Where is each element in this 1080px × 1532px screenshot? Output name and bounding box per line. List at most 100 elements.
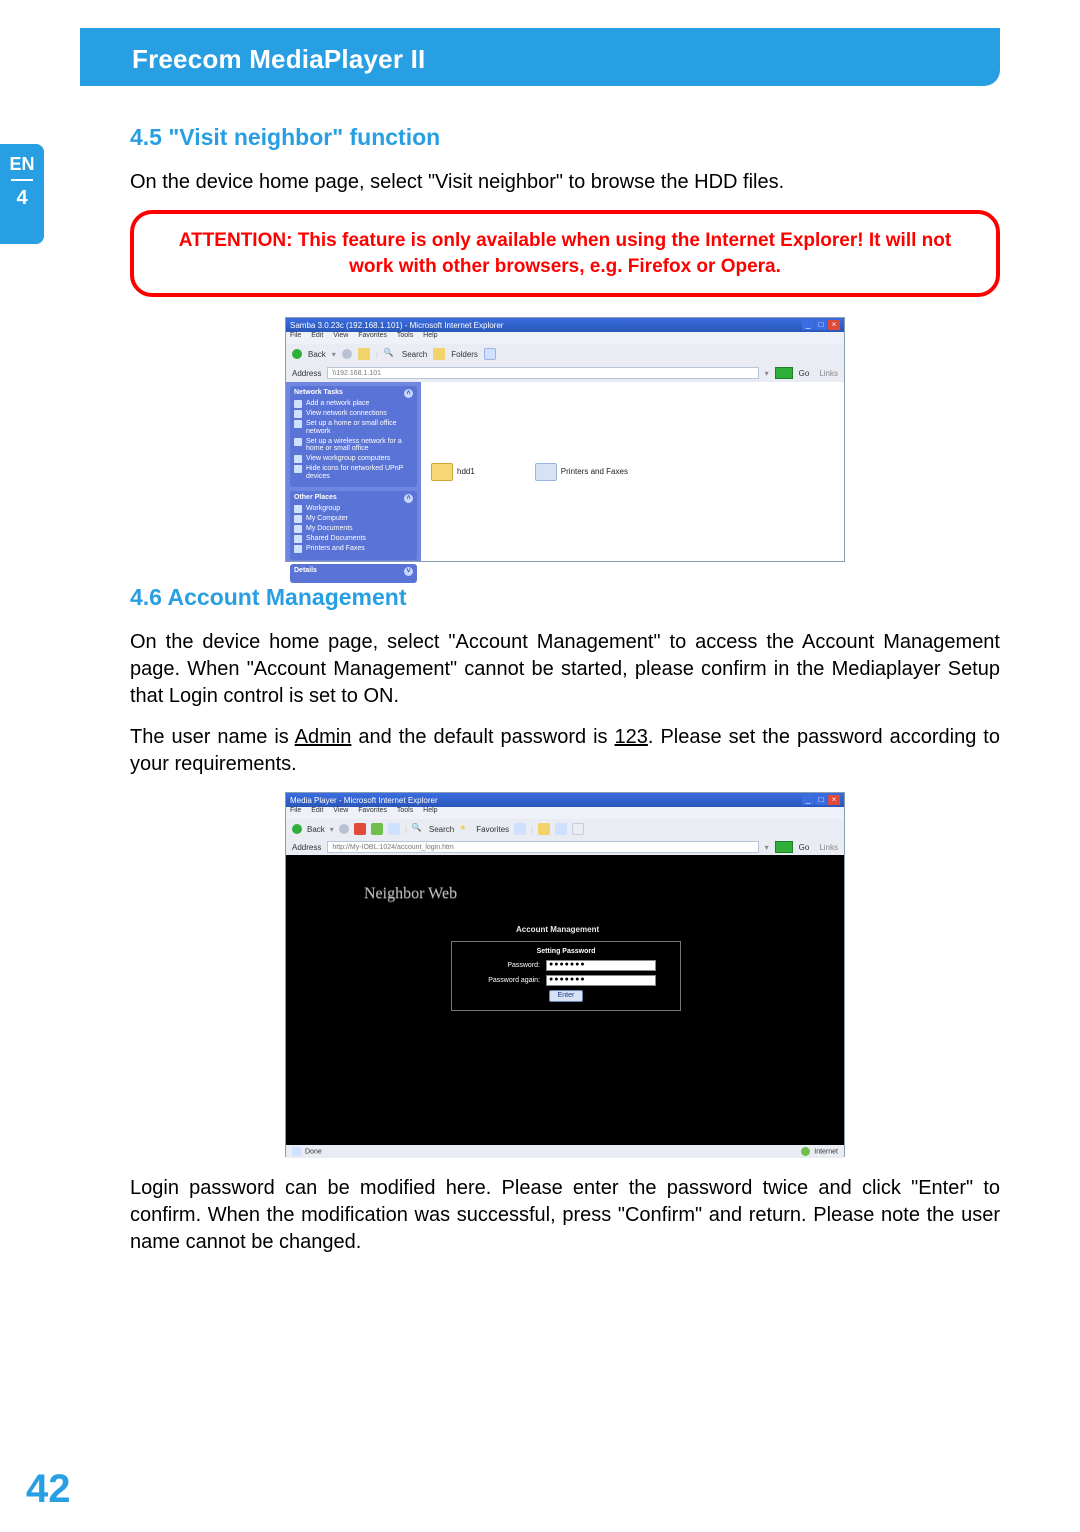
close-icon[interactable]: ×: [828, 795, 840, 805]
back-icon[interactable]: [292, 824, 302, 834]
section-4-6-para1: On the device home page, select "Account…: [130, 629, 1000, 710]
close-icon[interactable]: ×: [828, 320, 840, 330]
refresh-icon[interactable]: [371, 823, 383, 835]
form-title: Setting Password: [460, 948, 672, 955]
menu-tools[interactable]: Tools: [397, 332, 413, 339]
attention-text: ATTENTION: This feature is only availabl…: [156, 228, 974, 279]
links-label: Links: [819, 843, 838, 852]
shot1-body: Network Tasks˄ Add a network place View …: [286, 382, 844, 561]
toolbar-search-label[interactable]: Search: [402, 350, 427, 359]
task-item[interactable]: View workgroup computers: [306, 455, 390, 463]
task-item[interactable]: Add a network place: [306, 400, 369, 408]
task-icon: [294, 400, 302, 408]
menu-view[interactable]: View: [333, 807, 348, 814]
menu-favorites[interactable]: Favorites: [358, 807, 387, 814]
enter-button[interactable]: Enter: [549, 990, 583, 1002]
shot1-window-title: Samba 3.0.23c (192.168.1.101) - Microsof…: [290, 321, 503, 330]
menu-file[interactable]: File: [290, 807, 301, 814]
toolbar-back-label[interactable]: Back: [308, 350, 326, 359]
back-icon[interactable]: [292, 349, 302, 359]
expand-icon[interactable]: ˅: [404, 567, 413, 576]
section-4-5-heading: 4.5 "Visit neighbor" function: [130, 124, 1000, 151]
address-input[interactable]: \\192.168.1.101: [327, 367, 758, 379]
home-icon[interactable]: [388, 823, 400, 835]
place-item[interactable]: My Documents: [306, 525, 353, 533]
panel-other-places: Other Places˄ Workgroup My Computer My D…: [290, 491, 417, 560]
shot1-menubar: File Edit View Favorites Tools Help: [286, 332, 844, 344]
address-input[interactable]: http://My-IOBL:1024/account_login.htm: [327, 841, 758, 853]
toolbar-search-label[interactable]: Search: [429, 825, 454, 834]
shot2-window-title: Media Player - Microsoft Internet Explor…: [290, 796, 438, 805]
place-icon: [294, 535, 302, 543]
toolbar-folders-label[interactable]: Folders: [451, 350, 478, 359]
place-item[interactable]: Workgroup: [306, 505, 340, 513]
place-icon: [294, 515, 302, 523]
menu-view[interactable]: View: [333, 332, 348, 339]
views-icon[interactable]: [484, 348, 496, 360]
go-button[interactable]: [775, 841, 793, 853]
body-column: 4.5 "Visit neighbor" function On the dev…: [130, 110, 1000, 1270]
maximize-icon[interactable]: □: [815, 320, 827, 330]
print-icon[interactable]: [555, 823, 567, 835]
task-icon: [294, 438, 302, 446]
mail-icon[interactable]: [538, 823, 550, 835]
address-label: Address: [292, 843, 321, 852]
minimize-icon[interactable]: _: [802, 320, 814, 330]
task-item[interactable]: Set up a home or small office network: [306, 420, 413, 435]
stop-icon[interactable]: [354, 823, 366, 835]
status-done: Done: [305, 1149, 322, 1156]
menu-edit[interactable]: Edit: [311, 332, 323, 339]
menu-favorites[interactable]: Favorites: [358, 332, 387, 339]
password-again-input[interactable]: ●●●●●●●: [546, 975, 656, 986]
shot1-addressbar: Address \\192.168.1.101 ▾ Go Links: [286, 364, 844, 382]
menu-tools[interactable]: Tools: [397, 807, 413, 814]
collapse-icon[interactable]: ˄: [404, 494, 413, 503]
page-number: 42: [26, 1467, 71, 1512]
up-icon[interactable]: [358, 348, 370, 360]
favorites-icon[interactable]: ★: [459, 823, 471, 835]
menu-file[interactable]: File: [290, 332, 301, 339]
toolbar-favorites-label[interactable]: Favorites: [476, 825, 509, 834]
section-4-6-para3: Login password can be modified here. Ple…: [130, 1175, 1000, 1256]
account-management-title: Account Management: [516, 925, 599, 934]
shot2-titlebar: Media Player - Microsoft Internet Explor…: [286, 793, 844, 807]
go-button[interactable]: [775, 367, 793, 379]
folders-icon[interactable]: [433, 348, 445, 360]
folder-printers[interactable]: Printers and Faxes: [535, 388, 628, 555]
task-icon: [294, 410, 302, 418]
printers-icon: [535, 463, 557, 481]
go-label: Go: [799, 369, 810, 378]
task-item[interactable]: View network connections: [306, 410, 387, 418]
folder-hdd1[interactable]: hdd1: [431, 388, 475, 555]
place-item[interactable]: Printers and Faxes: [306, 545, 365, 553]
toolbar-back-label[interactable]: Back: [307, 825, 325, 834]
folder-label: hdd1: [457, 467, 475, 476]
section-4-6-heading: 4.6 Account Management: [130, 584, 1000, 611]
search-icon[interactable]: 🔍: [384, 348, 396, 360]
history-icon[interactable]: [514, 823, 526, 835]
folder-label: Printers and Faxes: [561, 467, 628, 476]
shot2-statusbar: Done Internet: [286, 1145, 844, 1158]
search-icon[interactable]: 🔍: [412, 823, 424, 835]
neighbor-web-logo: Neighbor Web: [364, 885, 457, 903]
collapse-icon[interactable]: ˄: [404, 389, 413, 398]
task-icon: [294, 420, 302, 428]
menu-help[interactable]: Help: [423, 332, 437, 339]
place-item[interactable]: Shared Documents: [306, 535, 366, 543]
side-language-tab: EN 4: [0, 144, 44, 244]
admin-underline: Admin: [295, 726, 352, 748]
folder-icon: [431, 463, 453, 481]
maximize-icon[interactable]: □: [815, 795, 827, 805]
shot1-sidebar: Network Tasks˄ Add a network place View …: [286, 382, 421, 561]
place-item[interactable]: My Computer: [306, 515, 348, 523]
menu-edit[interactable]: Edit: [311, 807, 323, 814]
task-item[interactable]: Set up a wireless network for a home or …: [306, 438, 413, 453]
task-icon: [294, 465, 302, 473]
forward-icon[interactable]: [342, 349, 352, 359]
password-input[interactable]: ●●●●●●●: [546, 960, 656, 971]
menu-help[interactable]: Help: [423, 807, 437, 814]
edit-icon[interactable]: [572, 823, 584, 835]
forward-icon[interactable]: [339, 824, 349, 834]
minimize-icon[interactable]: _: [802, 795, 814, 805]
task-item[interactable]: Hide icons for networked UPnP devices: [306, 465, 413, 480]
